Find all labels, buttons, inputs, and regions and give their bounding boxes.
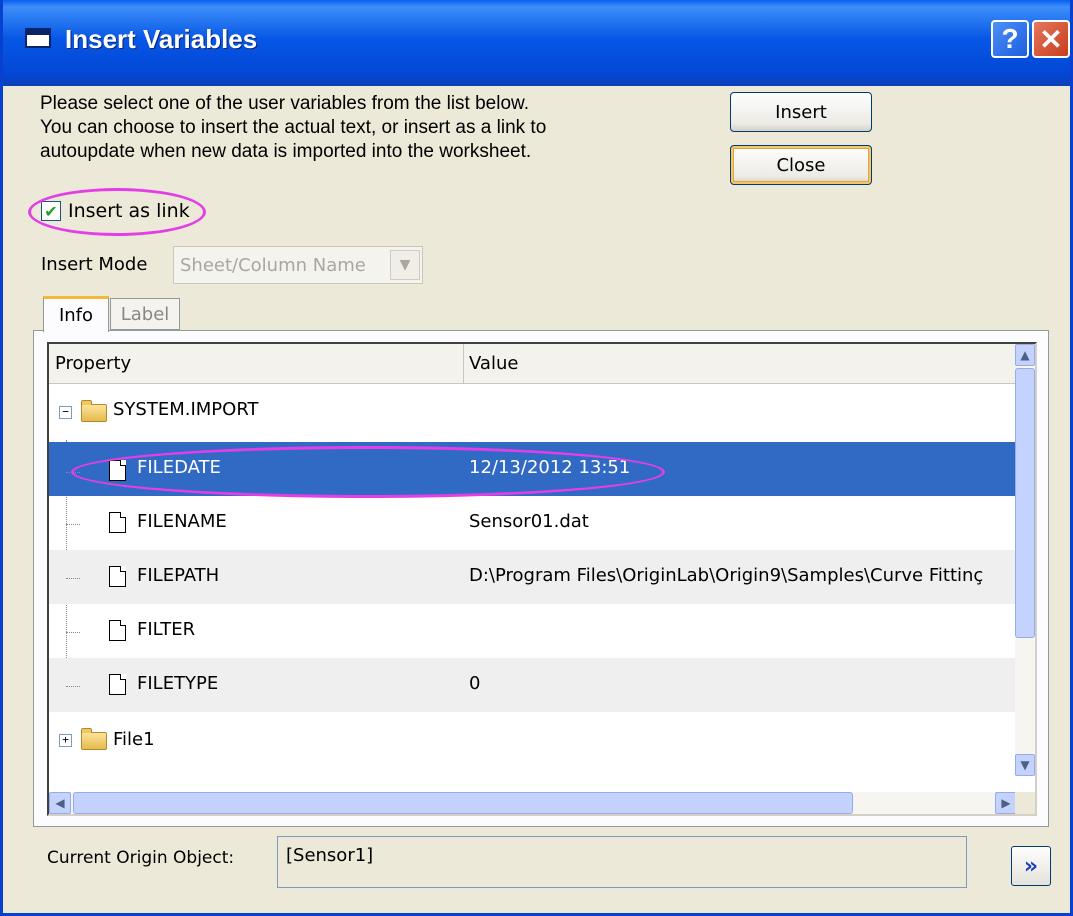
folder-icon: [81, 728, 107, 750]
tree-line: [66, 686, 80, 687]
property-name: FILEPATH: [137, 565, 220, 586]
tree-row-filepath[interactable]: FILEPATH D:\Program Files\OriginLab\Orig…: [49, 550, 1017, 604]
file-icon: [109, 512, 126, 533]
insert-button[interactable]: Insert: [730, 92, 872, 132]
property-name: FILTER: [137, 619, 196, 640]
instructions-line: autoupdate when new data is imported int…: [40, 141, 532, 162]
property-name: FILENAME: [137, 511, 227, 532]
tree-row-filetype[interactable]: FILETYPE 0: [49, 658, 1017, 712]
column-header-value[interactable]: Value: [469, 353, 518, 374]
tree-row-filename[interactable]: FILENAME Sensor01.dat: [49, 496, 1017, 550]
insert-mode-label: Insert Mode: [41, 254, 148, 275]
close-button[interactable]: Close: [730, 145, 872, 185]
folder-icon: [81, 400, 107, 422]
current-origin-object-label: Current Origin Object:: [47, 848, 235, 868]
scrollbar-corner: [1015, 792, 1035, 814]
tree-line: [66, 524, 80, 525]
file-icon: [109, 674, 126, 695]
tab-label[interactable]: Label: [110, 298, 180, 330]
tab-info[interactable]: Info: [43, 296, 109, 332]
property-value: Sensor01.dat: [469, 511, 589, 532]
vertical-scroll-thumb[interactable]: [1015, 368, 1035, 638]
insert-variables-dialog: Insert Variables ? ✕ Please select one o…: [0, 0, 1073, 916]
instructions-line: You can choose to insert the actual text…: [40, 117, 547, 138]
file-icon: [109, 620, 126, 641]
window-icon: [25, 28, 51, 48]
expand-more-button[interactable]: »: [1011, 846, 1051, 886]
expand-icon[interactable]: +: [59, 734, 72, 747]
column-divider[interactable]: [463, 344, 464, 384]
current-origin-object-field: [Sensor1]: [277, 836, 967, 888]
insert-mode-value: Sheet/Column Name: [180, 254, 366, 276]
instructions: Please select one of the user variables …: [40, 92, 546, 164]
window-title: Insert Variables: [65, 24, 258, 54]
annotation-oval: [71, 446, 665, 498]
property-name: FILETYPE: [137, 673, 219, 694]
horizontal-scrollbar[interactable]: ◀ ▶: [49, 792, 1017, 814]
collapse-icon[interactable]: −: [59, 406, 72, 419]
property-value: D:\Program Files\OriginLab\Origin9\Sampl…: [469, 565, 984, 586]
tree-row-file1[interactable]: + File1: [49, 714, 1017, 768]
horizontal-scroll-thumb[interactable]: [73, 792, 853, 814]
close-window-button[interactable]: ✕: [1032, 20, 1070, 58]
scroll-up-arrow-icon[interactable]: ▲: [1015, 344, 1035, 366]
tree-row-system-import[interactable]: − SYSTEM.IMPORT: [49, 384, 1017, 438]
tree-line: [66, 578, 80, 579]
tree-row-filter[interactable]: FILTER: [49, 604, 1017, 658]
scroll-left-arrow-icon[interactable]: ◀: [49, 792, 71, 814]
scroll-down-arrow-icon[interactable]: ▼: [1015, 754, 1035, 776]
title-bar[interactable]: Insert Variables ? ✕: [3, 0, 1070, 86]
property-name: SYSTEM.IMPORT: [113, 399, 259, 420]
property-name: File1: [113, 729, 155, 750]
help-button[interactable]: ?: [991, 20, 1029, 58]
vertical-scrollbar[interactable]: ▲ ▼: [1015, 344, 1035, 776]
grid-header: Property Value: [49, 344, 1017, 384]
insert-mode-select: Sheet/Column Name ▼: [173, 246, 423, 284]
column-header-property[interactable]: Property: [55, 353, 131, 374]
property-value: 0: [469, 673, 481, 694]
tree-line: [66, 632, 80, 633]
variables-tree-grid[interactable]: Property Value − SYSTEM.IMPORT FILEDATE …: [47, 342, 1037, 816]
instructions-line: Please select one of the user variables …: [40, 93, 529, 114]
chevron-down-icon: ▼: [390, 250, 420, 280]
annotation-oval: [28, 188, 206, 236]
file-icon: [109, 566, 126, 587]
scroll-right-arrow-icon[interactable]: ▶: [995, 792, 1017, 814]
